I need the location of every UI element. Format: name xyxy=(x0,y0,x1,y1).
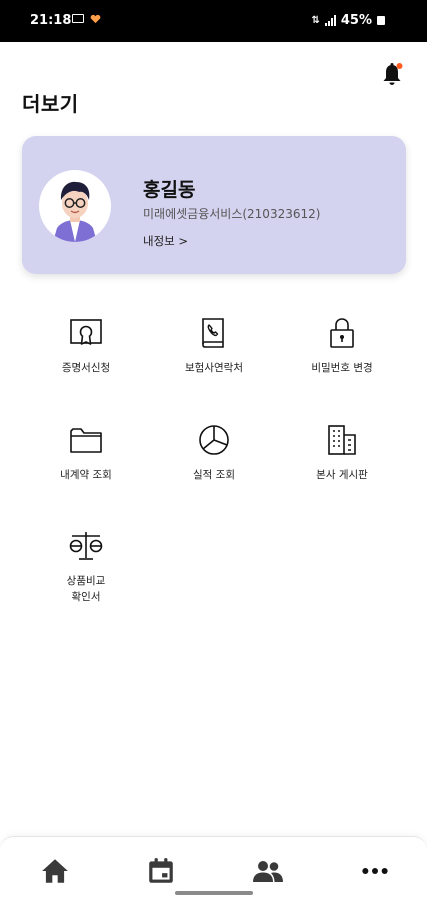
menu-label: 증명서신청 xyxy=(61,362,111,374)
status-time: 21:18 xyxy=(30,13,72,28)
lock-icon xyxy=(330,318,354,348)
menu-item-my-contracts[interactable]: 내계약 조회 xyxy=(26,423,146,483)
heart-icon xyxy=(90,14,101,24)
menu-item-change-password[interactable]: 비밀번호 변경 xyxy=(282,316,402,376)
page-title: 더보기 xyxy=(22,92,79,116)
menu-label: 비밀번호 변경 xyxy=(311,362,373,374)
notification-dot xyxy=(396,63,403,69)
menu-label: 실적 조회 xyxy=(193,469,235,481)
profile-name: 홍길동 xyxy=(143,179,196,201)
status-right-icons: ⇅ 45% xyxy=(311,13,385,28)
profile-card: 홍길동 미래에셋금융서비스(210323612) 내정보 > xyxy=(22,136,406,274)
battery-percent: 45% xyxy=(340,13,372,28)
my-info-link[interactable]: 내정보 > xyxy=(143,233,188,249)
avatar xyxy=(39,170,111,242)
wifi-icon: ⇅ xyxy=(311,15,320,26)
menu-item-certificate[interactable]: 증명서신청 xyxy=(26,316,146,376)
menu-item-performance[interactable]: 실적 조회 xyxy=(154,423,274,483)
people-icon[interactable] xyxy=(252,857,284,885)
menu-label: 내계약 조회 xyxy=(60,469,112,481)
certificate-icon xyxy=(70,319,102,345)
gallery-icon xyxy=(72,14,84,23)
status-left-icons xyxy=(72,14,101,24)
menu-item-hq-board[interactable]: 본사 게시판 xyxy=(282,423,402,483)
person-avatar-icon xyxy=(53,181,97,242)
calendar-icon[interactable] xyxy=(146,857,176,885)
building-icon xyxy=(328,425,356,455)
status-bar: 21:18 ⇅ 45% xyxy=(0,0,427,42)
menu-label: 상품비교 확인서 xyxy=(66,575,106,603)
menu-item-product-comparison[interactable]: 상품비교 확인서 xyxy=(26,529,146,605)
home-icon[interactable] xyxy=(40,857,70,885)
phone-book-icon xyxy=(202,318,224,348)
bell-icon[interactable] xyxy=(380,62,404,88)
menu-label: 본사 게시판 xyxy=(316,469,368,481)
pie-chart-icon xyxy=(199,425,229,455)
battery-icon xyxy=(377,16,385,25)
home-indicator xyxy=(175,891,253,895)
menu-item-insurer-contacts[interactable]: 보험사연락처 xyxy=(154,316,274,376)
folder-icon xyxy=(70,428,102,453)
more-icon[interactable] xyxy=(360,857,390,885)
menu-label: 보험사연락처 xyxy=(185,362,243,374)
profile-company: 미래에셋금융서비스(210323612) xyxy=(143,207,321,221)
signal-icon xyxy=(324,15,336,26)
scale-icon xyxy=(69,532,103,560)
